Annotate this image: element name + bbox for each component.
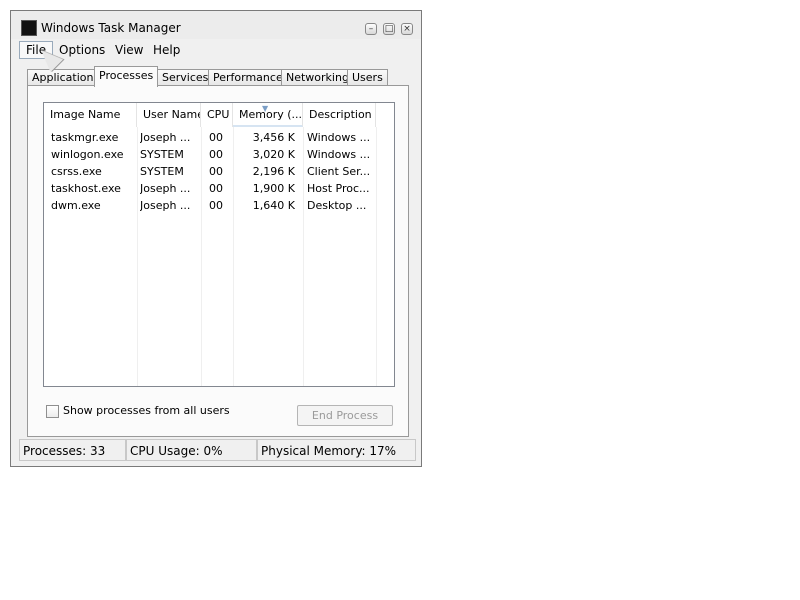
process-list[interactable]: Image Name User Name CPU ▼ Memory (... D… [43,102,395,387]
cell-description: Host Proc... [307,182,370,195]
cell-image-name: winlogon.exe [51,148,124,161]
cell-cpu: 00 [209,165,223,178]
task-manager-window: Windows Task Manager – □ × File Options … [10,10,422,467]
cell-description: Windows ... [307,131,371,144]
table-row[interactable]: taskmgr.exe Joseph ... 00 3,456 K Window… [44,129,394,146]
status-processes: Processes: 33 [19,439,126,461]
column-header-memory[interactable]: ▼ Memory (... [233,103,303,127]
cell-user-name: SYSTEM [140,148,184,161]
table-row[interactable]: winlogon.exe SYSTEM 00 3,020 K Windows .… [44,146,394,163]
status-cpu-usage: CPU Usage: 0% [126,439,257,461]
end-process-button[interactable]: End Process [297,405,393,426]
table-row[interactable]: taskhost.exe Joseph ... 00 1,900 K Host … [44,180,394,197]
sort-descending-icon: ▼ [262,104,269,113]
column-header-description[interactable]: Description [303,103,376,127]
cell-user-name: Joseph ... [140,131,191,144]
cell-memory: 1,640 K [252,199,295,212]
status-bar: Processes: 33 CPU Usage: 0% Physical Mem… [19,439,416,461]
tab-performance[interactable]: Performance [208,69,288,86]
tab-applications[interactable]: Applications [27,69,105,86]
task-manager-app-icon [21,20,37,36]
cell-description: Windows ... [307,148,371,161]
cell-user-name: SYSTEM [140,165,184,178]
menu-view[interactable]: View [109,41,149,59]
close-icon[interactable]: × [401,23,413,35]
tab-networking[interactable]: Networking [281,69,354,86]
cell-image-name: taskmgr.exe [51,131,119,144]
cell-cpu: 00 [209,131,223,144]
cell-memory: 1,900 K [252,182,295,195]
cell-memory: 2,196 K [252,165,295,178]
table-row[interactable]: csrss.exe SYSTEM 00 2,196 K Client Ser..… [44,163,394,180]
cell-cpu: 00 [209,199,223,212]
maximize-icon[interactable]: □ [383,23,395,35]
cell-cpu: 00 [209,182,223,195]
cell-image-name: dwm.exe [51,199,101,212]
title-bar[interactable]: Windows Task Manager – □ × [11,11,421,39]
cell-image-name: csrss.exe [51,165,102,178]
table-row[interactable]: dwm.exe Joseph ... 00 1,640 K Desktop ..… [44,197,394,214]
cell-memory: 3,456 K [252,131,295,144]
cell-user-name: Joseph ... [140,182,191,195]
tab-services[interactable]: Services [157,69,214,86]
cell-image-name: taskhost.exe [51,182,121,195]
column-header-memory-label: Memory (... [239,108,303,121]
cell-user-name: Joseph ... [140,199,191,212]
tab-users[interactable]: Users [347,69,388,86]
column-header-image-name[interactable]: Image Name [44,103,137,127]
menu-options[interactable]: Options [53,41,111,59]
cell-memory: 3,020 K [252,148,295,161]
cell-description: Desktop ... [307,199,367,212]
status-physical-memory: Physical Memory: 17% [257,439,416,461]
column-header-cpu[interactable]: CPU [201,103,233,127]
cell-cpu: 00 [209,148,223,161]
column-header-user-name[interactable]: User Name [137,103,201,127]
menu-help[interactable]: Help [147,41,186,59]
show-all-users-checkbox[interactable] [46,405,59,418]
cell-description: Client Ser... [307,165,371,178]
tab-processes[interactable]: Processes [94,66,159,87]
processes-panel: Image Name User Name CPU ▼ Memory (... D… [27,85,409,437]
window-title: Windows Task Manager [41,21,181,35]
minimize-icon[interactable]: – [365,23,377,35]
show-all-users-label[interactable]: Show processes from all users [63,404,230,417]
